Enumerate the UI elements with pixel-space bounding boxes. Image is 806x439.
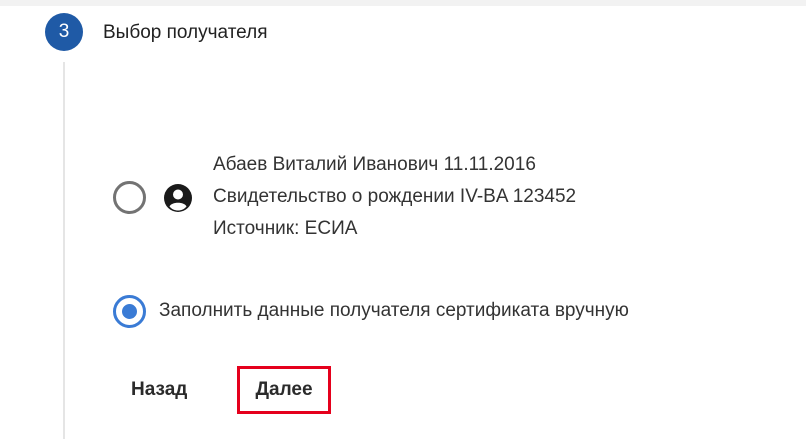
step-number-badge: 3 [45, 13, 83, 51]
back-button[interactable]: Назад [131, 377, 187, 403]
recipient-info[interactable]: Абаев Виталий Иванович 11.11.2016 Свидет… [213, 149, 576, 245]
account-circle-icon [164, 184, 192, 212]
recipient-name-line: Абаев Виталий Иванович 11.11.2016 [213, 154, 536, 175]
manual-entry-label[interactable]: Заполнить данные получателя сертификата … [159, 296, 629, 326]
top-edge-divider [0, 0, 806, 6]
recipient-document-line: Свидетельство о рождении IV-BA 123452 [213, 186, 577, 207]
next-button[interactable]: Далее [237, 366, 331, 414]
recipient-radio[interactable] [113, 181, 146, 214]
step-connector-line [63, 62, 65, 439]
recipient-source-line: Источник: ЕСИА [213, 218, 358, 239]
manual-entry-radio[interactable] [113, 295, 146, 328]
step-title: Выбор получателя [103, 22, 268, 43]
